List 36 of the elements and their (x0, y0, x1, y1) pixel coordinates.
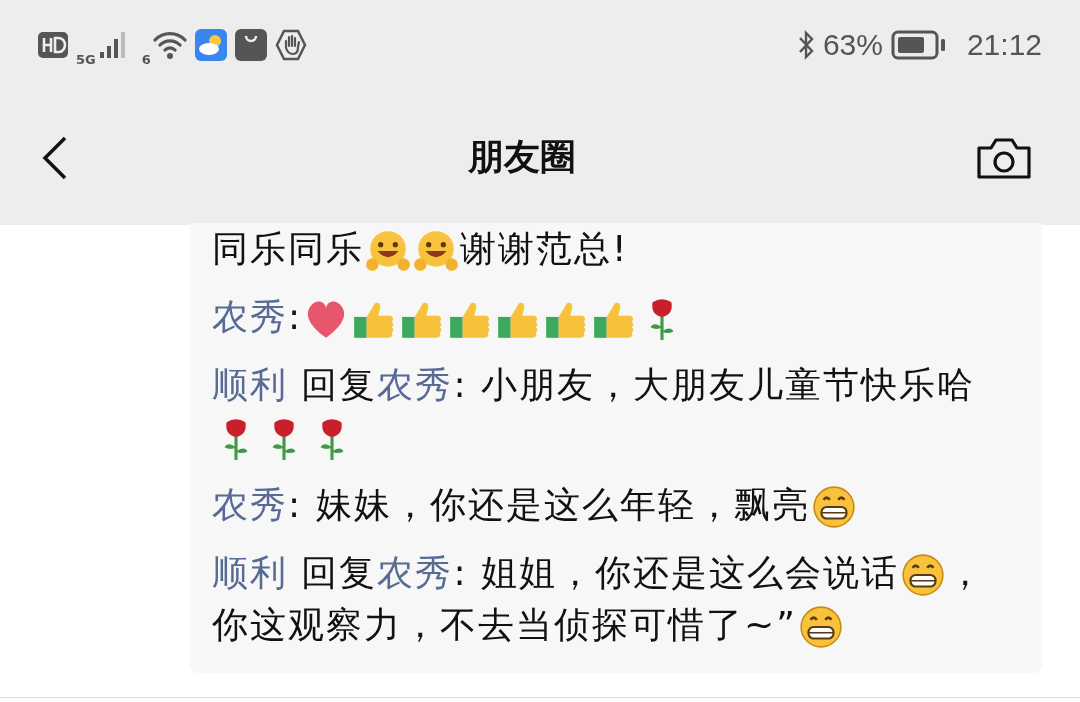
author-link[interactable]: 顺利 (212, 552, 288, 593)
author-link[interactable]: 顺利 (212, 364, 288, 405)
comment-text: : 妹妹，你还是这么年轻，飘亮 (288, 483, 810, 527)
hand-icon (274, 29, 307, 61)
author-link[interactable]: 农秀 (377, 552, 454, 593)
author-link[interactable]: 农秀 (212, 296, 288, 337)
wifi-label: 6 (141, 51, 151, 67)
comment-text: : 小朋友，大朋友儿童节快乐哈 (453, 363, 976, 407)
shopping-bag-icon (234, 29, 267, 61)
comment-text: : (288, 295, 303, 339)
comment-text: 谢谢范总! (460, 227, 629, 271)
hd-icon (38, 32, 68, 58)
battery-icon (890, 30, 947, 60)
network-label: 5G (76, 51, 96, 67)
smiley-icon (413, 228, 459, 274)
wifi-icon (152, 30, 187, 60)
grinning-face-icon (810, 484, 857, 530)
author-link[interactable]: 农秀 (377, 364, 454, 405)
battery-percent: 63% (822, 28, 883, 62)
smiley-icon (365, 228, 411, 274)
weather-app-icon (194, 29, 227, 61)
author-link[interactable]: 农秀 (212, 484, 288, 525)
camera-icon (976, 135, 1032, 180)
comment-text: : 姐姐，你还是这么会说话 (453, 551, 900, 595)
reply-label: 回复 (300, 552, 378, 593)
grinning-face-icon (900, 552, 947, 598)
reply-label: 回复 (300, 364, 378, 405)
page-title: 朋友圈 (468, 135, 576, 179)
comment-text: ， (947, 551, 986, 595)
back-icon (42, 135, 68, 180)
comment-text: 同乐同乐 (212, 227, 364, 271)
signal-icon (97, 30, 128, 60)
grinning-face-icon (797, 604, 844, 650)
comment-text: 你这观察力，不去当侦探可惜了~” (212, 603, 797, 647)
clock-time: 21:12 (966, 28, 1042, 62)
bluetooth-icon (796, 29, 815, 61)
